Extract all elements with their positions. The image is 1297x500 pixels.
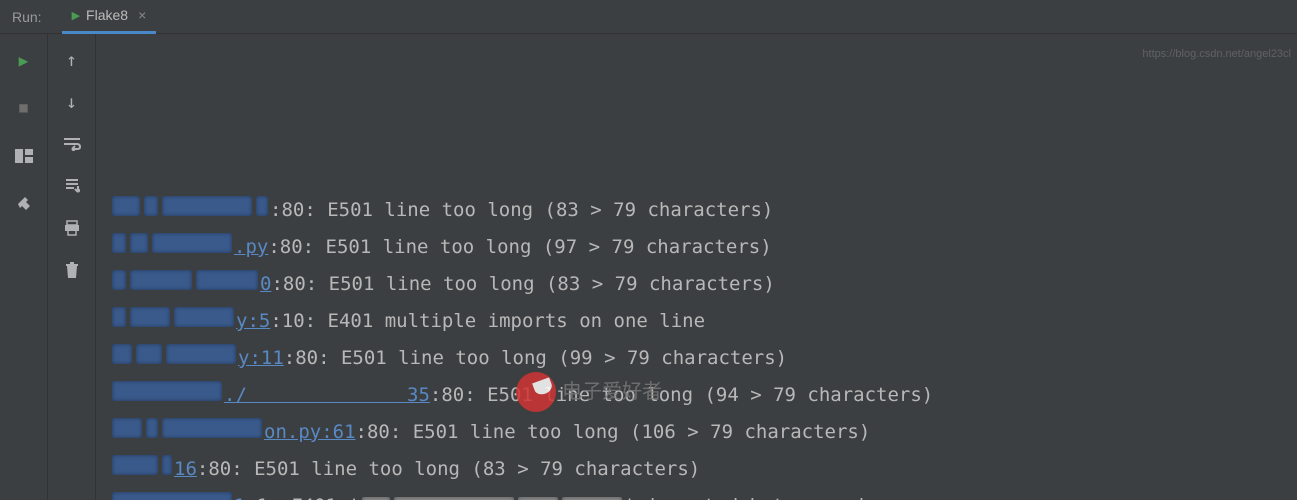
file-link[interactable]: on.py:61 <box>110 414 356 451</box>
output-line: y:5:10: E401 multiple imports on one lin… <box>110 303 1297 340</box>
location: :80: <box>270 192 327 229</box>
run-gutter-primary: ▶ ■ <box>0 34 48 500</box>
location: :1: <box>245 488 291 500</box>
scroll-to-end-button[interactable] <box>60 174 84 198</box>
console-output[interactable]: https://blog.csdn.net/angel23cl 电子爱好者 :8… <box>96 34 1297 500</box>
rerun-button[interactable]: ▶ <box>12 48 36 72</box>
run-gutter-secondary: ↑ ↓ <box>48 34 96 500</box>
output-line: :80: E501 line too long (83 > 79 charact… <box>110 192 1297 229</box>
message: E401 multiple imports on one line <box>328 303 706 340</box>
location: :80: <box>356 414 413 451</box>
message: E501 line too long (97 > 79 characters) <box>326 229 772 266</box>
run-panel-body: ▶ ■ ↑ ↓ https://blog.csdn.net/angel23cl … <box>0 34 1297 500</box>
file-link[interactable]: 1 <box>110 488 245 500</box>
output-line: 1:1: F401 ' ' imported but unused <box>110 488 1297 500</box>
up-button[interactable]: ↑ <box>60 48 84 72</box>
location: :80: <box>197 451 254 488</box>
message: E501 line too long (94 > 79 characters) <box>487 377 933 414</box>
watermark-url: https://blog.csdn.net/angel23cl <box>1142 36 1291 73</box>
output-line: on.py:61:80: E501 line too long (106 > 7… <box>110 414 1297 451</box>
trash-button[interactable] <box>60 258 84 282</box>
run-label: Run: <box>12 9 42 25</box>
message: F401 ' <box>291 488 360 500</box>
file-link[interactable]: .py <box>110 229 268 266</box>
location: :80: <box>430 377 487 414</box>
message: E501 line too long (83 > 79 characters) <box>327 192 773 229</box>
run-panel-header: Run: ▶ Flake8 × <box>0 0 1297 34</box>
file-link[interactable]: y:11 <box>110 340 284 377</box>
soft-wrap-button[interactable] <box>60 132 84 156</box>
layout-button[interactable] <box>12 144 36 168</box>
location: :80: <box>271 266 328 303</box>
file-link[interactable] <box>110 192 270 229</box>
output-line: 0:80: E501 line too long (83 > 79 charac… <box>110 266 1297 303</box>
message-tail: ' imported but unused <box>624 488 864 500</box>
play-icon: ▶ <box>72 9 80 22</box>
message: E501 line too long (99 > 79 characters) <box>341 340 787 377</box>
file-link[interactable]: 0 <box>110 266 271 303</box>
output-line: .py:80: E501 line too long (97 > 79 char… <box>110 229 1297 266</box>
message: E501 line too long (83 > 79 characters) <box>329 266 775 303</box>
print-button[interactable] <box>60 216 84 240</box>
close-icon[interactable]: × <box>138 7 146 23</box>
run-tab-flake8[interactable]: ▶ Flake8 × <box>62 0 157 34</box>
down-button[interactable]: ↓ <box>60 90 84 114</box>
location: :10: <box>270 303 327 340</box>
pin-button[interactable] <box>12 192 36 216</box>
file-link[interactable]: ./ 35 <box>110 377 430 414</box>
file-link[interactable]: y:5 <box>110 303 270 340</box>
message: E501 line too long (83 > 79 characters) <box>254 451 700 488</box>
tab-title: Flake8 <box>86 7 128 23</box>
stop-button[interactable]: ■ <box>12 96 36 120</box>
file-link[interactable]: 16 <box>110 451 197 488</box>
message: E501 line too long (106 > 79 characters) <box>413 414 871 451</box>
location: :80: <box>284 340 341 377</box>
output-line: 16:80: E501 line too long (83 > 79 chara… <box>110 451 1297 488</box>
location: :80: <box>268 229 325 266</box>
output-line: y:11:80: E501 line too long (99 > 79 cha… <box>110 340 1297 377</box>
output-line: ./ 35:80: E501 line too long (94 > 79 ch… <box>110 377 1297 414</box>
